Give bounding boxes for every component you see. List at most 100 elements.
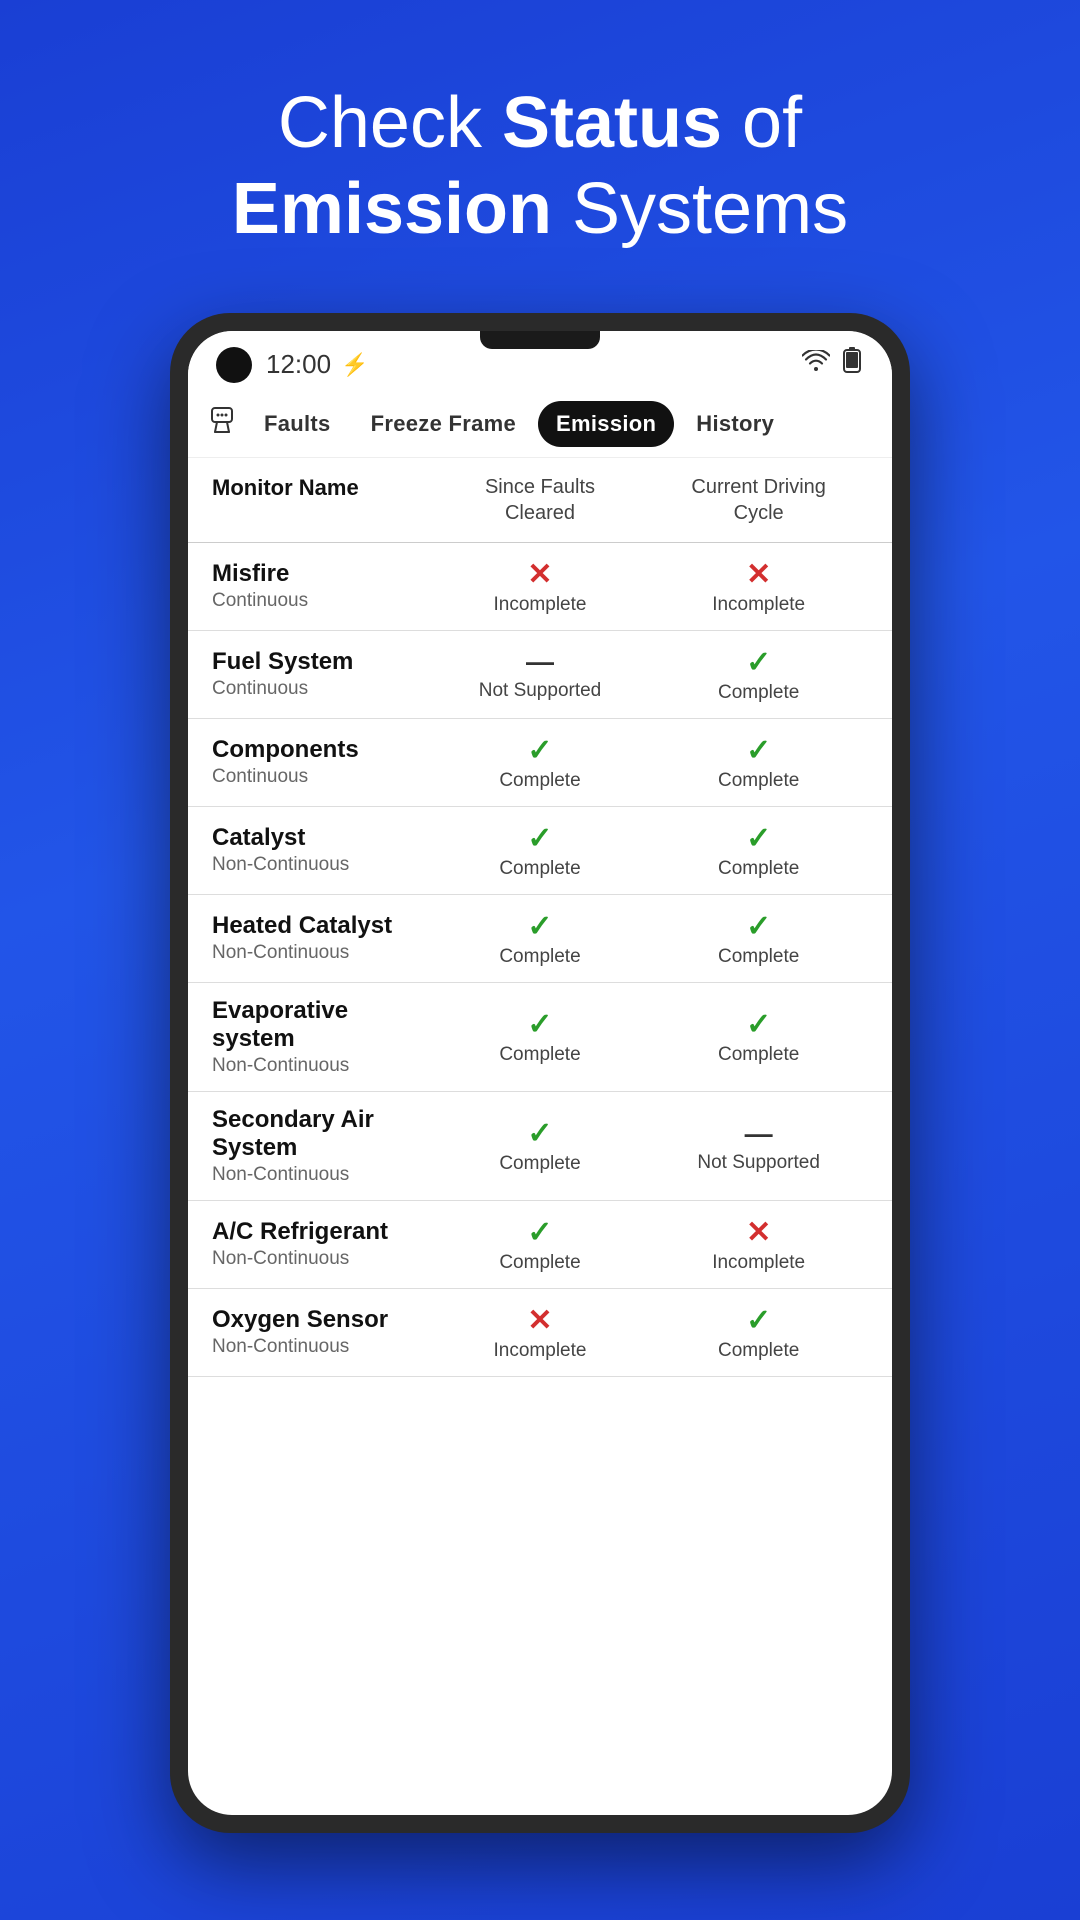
headline: Check Status of Emission Systems: [152, 0, 928, 313]
col3-icon-5: ✓: [746, 1007, 771, 1042]
monitor-info-2: Components Continuous: [212, 736, 431, 788]
col3-cell-5: ✓ Complete: [649, 1007, 868, 1066]
col2-icon-8: ✕: [527, 1303, 552, 1338]
col2-icon-5: ✓: [527, 1007, 552, 1042]
monitor-name-2: Components: [212, 736, 431, 764]
headline-line1-post: of: [722, 83, 802, 163]
table-row: Misfire Continuous ✕ Incomplete ✕ Incomp…: [188, 543, 892, 631]
col2-icon-6: ✓: [527, 1116, 552, 1151]
col2-icon-7: ✓: [527, 1215, 552, 1250]
col3-cell-1: ✓ Complete: [649, 645, 868, 704]
table-row: Oxygen Sensor Non-Continuous ✕ Incomplet…: [188, 1289, 892, 1377]
col2-icon-0: ✕: [527, 557, 552, 592]
col2-cell-1: — Not Supported: [431, 646, 650, 702]
monitor-type-0: Continuous: [212, 590, 431, 612]
headline-line2-bold: Emission: [232, 169, 552, 249]
col-header-current-cycle: Current Driving Cycle: [649, 474, 868, 526]
col-header-monitor-name: Monitor Name: [212, 474, 431, 526]
col2-label-2: Complete: [499, 770, 580, 792]
col2-cell-0: ✕ Incomplete: [431, 557, 650, 616]
monitor-type-7: Non-Continuous: [212, 1248, 431, 1270]
flashlight-icon: ⚡: [341, 352, 368, 378]
table-rows: Misfire Continuous ✕ Incomplete ✕ Incomp…: [188, 543, 892, 1377]
status-right-icons: [802, 347, 864, 382]
col3-icon-0: ✕: [746, 557, 771, 592]
col3-icon-6: —: [745, 1118, 773, 1150]
col2-label-4: Complete: [499, 946, 580, 968]
table-row: Heated Catalyst Non-Continuous ✓ Complet…: [188, 895, 892, 983]
col2-icon-1: —: [526, 646, 554, 678]
col3-icon-3: ✓: [746, 821, 771, 856]
col3-icon-7: ✕: [746, 1215, 771, 1250]
monitor-info-5: Evaporative system Non-Continuous: [212, 997, 431, 1077]
col3-label-3: Complete: [718, 858, 799, 880]
table-row: A/C Refrigerant Non-Continuous ✓ Complet…: [188, 1201, 892, 1289]
col3-icon-1: ✓: [746, 645, 771, 680]
phone-screen: 12:00 ⚡: [188, 331, 892, 1815]
col2-label-5: Complete: [499, 1044, 580, 1066]
monitor-name-3: Catalyst: [212, 824, 431, 852]
monitor-type-2: Continuous: [212, 766, 431, 788]
monitor-name-5: Evaporative system: [212, 997, 431, 1053]
col2-label-8: Incomplete: [494, 1340, 587, 1362]
monitor-name-4: Heated Catalyst: [212, 912, 431, 940]
col3-label-1: Complete: [718, 682, 799, 704]
col3-cell-8: ✓ Complete: [649, 1303, 868, 1362]
table-row: Catalyst Non-Continuous ✓ Complete ✓ Com…: [188, 807, 892, 895]
table-row: Fuel System Continuous — Not Supported ✓…: [188, 631, 892, 719]
col2-label-7: Complete: [499, 1252, 580, 1274]
col3-cell-3: ✓ Complete: [649, 821, 868, 880]
monitor-type-6: Non-Continuous: [212, 1164, 431, 1186]
monitor-info-6: Secondary Air System Non-Continuous: [212, 1106, 431, 1186]
headline-line1-pre: Check: [278, 83, 502, 163]
col2-icon-3: ✓: [527, 821, 552, 856]
monitor-type-4: Non-Continuous: [212, 942, 431, 964]
col2-cell-5: ✓ Complete: [431, 1007, 650, 1066]
monitor-info-8: Oxygen Sensor Non-Continuous: [212, 1306, 431, 1358]
status-time: 12:00: [266, 349, 331, 380]
monitor-info-1: Fuel System Continuous: [212, 648, 431, 700]
table-row: Evaporative system Non-Continuous ✓ Comp…: [188, 983, 892, 1092]
monitor-type-5: Non-Continuous: [212, 1055, 431, 1077]
col2-cell-8: ✕ Incomplete: [431, 1303, 650, 1362]
table-header: Monitor Name Since Faults Cleared Curren…: [188, 458, 892, 543]
table-row: Secondary Air System Non-Continuous ✓ Co…: [188, 1092, 892, 1201]
battery-icon: [840, 347, 864, 382]
tab-history[interactable]: History: [678, 401, 792, 447]
col3-label-2: Complete: [718, 770, 799, 792]
phone-notch: [480, 331, 600, 349]
col3-label-5: Complete: [718, 1044, 799, 1066]
monitor-type-1: Continuous: [212, 678, 431, 700]
col2-label-3: Complete: [499, 858, 580, 880]
nav-obd-icon: [208, 406, 236, 441]
col3-icon-8: ✓: [746, 1303, 771, 1338]
col3-label-6: Not Supported: [697, 1152, 820, 1174]
col2-icon-4: ✓: [527, 909, 552, 944]
monitor-name-8: Oxygen Sensor: [212, 1306, 431, 1334]
col3-icon-4: ✓: [746, 909, 771, 944]
phone-frame: 12:00 ⚡: [170, 313, 910, 1833]
monitor-name-7: A/C Refrigerant: [212, 1218, 431, 1246]
headline-line2-post: Systems: [552, 169, 848, 249]
tab-freeze-frame[interactable]: Freeze Frame: [353, 401, 534, 447]
col2-cell-7: ✓ Complete: [431, 1215, 650, 1274]
monitor-info-3: Catalyst Non-Continuous: [212, 824, 431, 876]
monitor-type-8: Non-Continuous: [212, 1336, 431, 1358]
col3-cell-0: ✕ Incomplete: [649, 557, 868, 616]
monitor-info-4: Heated Catalyst Non-Continuous: [212, 912, 431, 964]
tab-emission[interactable]: Emission: [538, 401, 674, 447]
monitor-type-3: Non-Continuous: [212, 854, 431, 876]
col3-label-8: Complete: [718, 1340, 799, 1362]
wifi-icon: [802, 350, 830, 379]
col3-cell-2: ✓ Complete: [649, 733, 868, 792]
col2-label-6: Complete: [499, 1153, 580, 1175]
nav-tabs: Faults Freeze Frame Emission History: [188, 391, 892, 458]
col3-cell-6: — Not Supported: [649, 1118, 868, 1174]
emission-table: Monitor Name Since Faults Cleared Curren…: [188, 458, 892, 1815]
monitor-info-7: A/C Refrigerant Non-Continuous: [212, 1218, 431, 1270]
monitor-name-1: Fuel System: [212, 648, 431, 676]
col3-label-0: Incomplete: [712, 594, 805, 616]
tab-faults[interactable]: Faults: [246, 401, 349, 447]
monitor-name-0: Misfire: [212, 560, 431, 588]
monitor-name-6: Secondary Air System: [212, 1106, 431, 1162]
